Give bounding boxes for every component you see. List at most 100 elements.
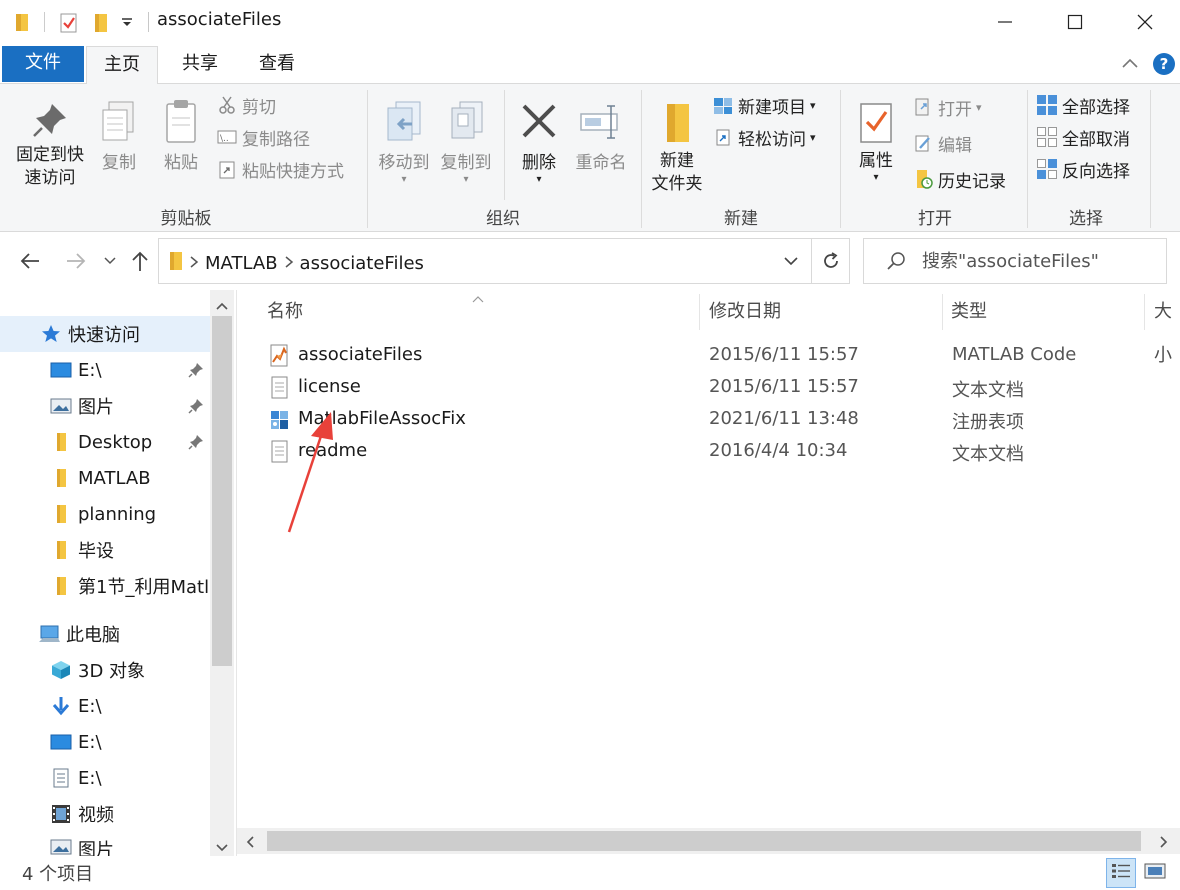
minimize-button[interactable] (970, 0, 1040, 44)
scroll-up-chevron-icon[interactable] (215, 296, 229, 316)
search-box[interactable] (863, 238, 1167, 284)
new-folder-quick-icon[interactable] (92, 10, 110, 34)
sidebar-item-documents-e[interactable]: E:\ (0, 760, 210, 796)
sidebar-item-section1[interactable]: 第1节_利用Matl (0, 568, 210, 604)
select-all-label: 全部选择 (1062, 97, 1130, 118)
scroll-right-chevron-icon[interactable] (1159, 834, 1169, 854)
pin-to-quick-access-button[interactable]: 固定到快 速访问 (8, 92, 92, 190)
sidebar-item-label: 快速访问 (68, 325, 140, 346)
breadcrumb-chevron-icon[interactable] (189, 253, 199, 274)
breadcrumb-associatefiles[interactable]: associateFiles (300, 253, 424, 274)
collapse-ribbon-icon[interactable] (1120, 54, 1140, 79)
sidebar-scroll-thumb[interactable] (212, 316, 232, 666)
address-bar[interactable]: MATLAB associateFiles (158, 238, 850, 284)
horizontal-scroll-thumb[interactable] (267, 831, 1141, 851)
file-list-horizontal-scrollbar[interactable] (237, 828, 1180, 854)
tab-home[interactable]: 主页 (86, 46, 158, 86)
column-divider[interactable] (942, 294, 943, 330)
column-header-size[interactable]: 大小 (1154, 290, 1180, 366)
file-row[interactable]: associateFiles 2015/6/11 15:57 MATLAB Co… (265, 340, 1165, 372)
new-item-button[interactable]: 新建项目 ▾ (712, 92, 816, 118)
sidebar-item-videos[interactable]: 视频 (0, 796, 210, 832)
customize-quick-access-icon[interactable] (120, 10, 134, 34)
move-to-dropdown-icon: ▾ (401, 174, 407, 185)
recent-locations-chevron-icon[interactable] (96, 247, 124, 275)
copy-button[interactable]: 复制 (92, 92, 146, 175)
column-divider[interactable] (699, 294, 700, 330)
file-row[interactable]: MatlabFileAssocFix 2021/6/11 13:48 注册表项 (265, 404, 1165, 436)
group-separator (1027, 90, 1028, 228)
large-icons-view-button[interactable] (1140, 858, 1170, 888)
scroll-down-chevron-icon[interactable] (215, 838, 229, 858)
easy-access-button[interactable]: 轻松访问 ▾ (712, 124, 816, 150)
select-none-icon (1036, 126, 1058, 148)
properties-button[interactable]: 属性 ▾ (848, 92, 904, 183)
column-header-name[interactable]: 名称 (267, 290, 303, 334)
select-none-button[interactable]: 全部取消 (1036, 124, 1130, 150)
forward-arrow-icon[interactable] (62, 247, 90, 275)
pin-icon[interactable] (188, 362, 204, 383)
tab-file[interactable]: 文件 (2, 46, 84, 82)
rename-button[interactable]: 重命名 (568, 92, 634, 175)
sidebar-item-3d-objects[interactable]: 3D 对象 (0, 652, 210, 688)
breadcrumb-chevron-icon[interactable] (284, 253, 294, 274)
sidebar-item-thesis[interactable]: 毕设 (0, 532, 210, 568)
maximize-button[interactable] (1040, 0, 1110, 44)
group-label-select: 选择 (1069, 209, 1103, 229)
help-icon[interactable]: ? (1152, 52, 1176, 81)
tab-share[interactable]: 共享 (160, 46, 240, 84)
tab-view[interactable]: 查看 (240, 46, 314, 84)
delete-button[interactable]: 删除 ▾ (512, 92, 566, 185)
folder-icon (50, 467, 72, 489)
close-button[interactable] (1110, 0, 1180, 44)
column-header-type[interactable]: 类型 (951, 290, 987, 334)
sidebar-item-quick-access[interactable]: 快速访问 (0, 316, 210, 352)
sidebar-item-desktop[interactable]: Desktop (0, 424, 210, 460)
copy-to-button[interactable]: 复制到 ▾ (436, 92, 496, 185)
sidebar-item-label: E:\ (78, 359, 102, 381)
open-button[interactable]: 打开 ▾ (912, 94, 982, 120)
copy-path-button[interactable]: \.. 复制路径 (216, 124, 310, 150)
sidebar-item-desktop-e[interactable]: E:\ (0, 724, 210, 760)
move-to-icon (372, 92, 436, 152)
edit-button[interactable]: 编辑 (912, 130, 972, 156)
sidebar-scrollbar[interactable] (210, 290, 234, 860)
search-input[interactable] (922, 239, 1162, 283)
sidebar-item-downloads-e[interactable]: E:\ (0, 688, 210, 724)
pin-icon[interactable] (188, 434, 204, 455)
paste-label: 粘贴 (164, 153, 198, 173)
sidebar-item-pictures[interactable]: 图片 (0, 388, 210, 424)
paste-button[interactable]: 粘贴 (152, 92, 210, 175)
back-arrow-icon[interactable] (16, 247, 44, 275)
sidebar-item-e-drive[interactable]: E:\ (0, 352, 210, 388)
star-icon (40, 323, 62, 345)
move-to-button[interactable]: 移动到 ▾ (372, 92, 436, 185)
column-header-date[interactable]: 修改日期 (709, 290, 781, 334)
select-all-button[interactable]: 全部选择 (1036, 92, 1130, 118)
column-divider[interactable] (1144, 294, 1145, 330)
pin-label-line1: 固定到快 (16, 145, 84, 165)
details-view-button[interactable] (1106, 858, 1136, 888)
refresh-icon[interactable] (811, 239, 849, 283)
file-row[interactable]: license 2015/6/11 15:57 文本文档 (265, 372, 1165, 404)
history-button[interactable]: 历史记录 (912, 166, 1006, 192)
file-row[interactable]: readme 2016/4/4 10:34 文本文档 (265, 436, 1165, 468)
file-name: associateFiles (298, 344, 423, 365)
sidebar-item-this-pc[interactable]: 此电脑 (0, 616, 210, 652)
status-bar: 4 个项目 (0, 856, 1180, 890)
scroll-left-chevron-icon[interactable] (245, 834, 255, 854)
breadcrumb-matlab[interactable]: MATLAB (205, 253, 278, 274)
address-history-chevron-icon[interactable] (771, 239, 811, 283)
new-folder-button[interactable]: 新建 文件夹 (644, 92, 710, 196)
invert-selection-button[interactable]: 反向选择 (1036, 156, 1130, 182)
sidebar-item-planning[interactable]: planning (0, 496, 210, 532)
sidebar-item-label: planning (78, 503, 157, 525)
cut-button[interactable]: 剪切 (216, 92, 276, 118)
pin-icon[interactable] (188, 398, 204, 419)
sidebar-item-matlab[interactable]: MATLAB (0, 460, 210, 496)
delete-x-icon (512, 92, 566, 152)
properties-quick-icon[interactable] (58, 10, 80, 34)
up-arrow-icon[interactable] (126, 247, 154, 275)
sidebar-item-label: E:\ (78, 731, 102, 753)
paste-shortcut-button[interactable]: 粘贴快捷方式 (216, 156, 344, 182)
